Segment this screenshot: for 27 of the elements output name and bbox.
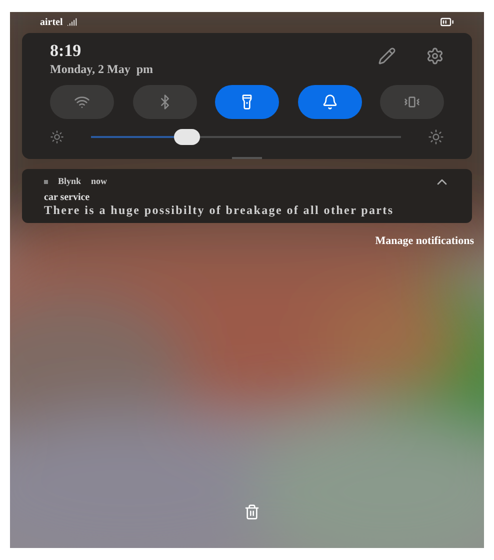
drag-handle[interactable]	[232, 157, 262, 159]
date-text: Monday, 2 May pm	[50, 61, 154, 77]
carrier-name: airtel	[40, 16, 63, 30]
edit-button[interactable]	[378, 47, 396, 65]
app-name: Blynk	[58, 175, 82, 188]
clock-time: 8:19	[50, 41, 82, 61]
manage-notifications-link[interactable]: Manage notifications	[375, 233, 474, 250]
clear-all-button[interactable]	[244, 504, 260, 520]
brightness-low-icon	[50, 130, 64, 144]
brightness-high-icon	[428, 129, 444, 145]
slider-thumb[interactable]	[174, 129, 200, 145]
notification-title: car service	[44, 192, 91, 204]
quick-toggle[interactable]	[215, 85, 279, 119]
notification-body: There is a huge possibilty of breakage of all other parts	[44, 204, 395, 217]
wifi-icon	[74, 94, 90, 110]
app-icon	[44, 180, 48, 184]
quick-toggle[interactable]	[380, 85, 444, 119]
notification-card[interactable]: Blynk now car service There is a huge possibilty of breakage of all other parts	[22, 169, 472, 223]
notification-time: now	[91, 175, 108, 188]
quick-toggle[interactable]	[298, 85, 362, 119]
settings-button[interactable]	[426, 47, 444, 65]
quick-toggle[interactable]	[132, 85, 196, 119]
battery-icon	[440, 15, 454, 29]
quick-toggle[interactable]	[50, 85, 114, 119]
bell-icon	[322, 94, 338, 110]
signal-icon	[66, 17, 77, 27]
vibrate-icon	[404, 94, 420, 110]
